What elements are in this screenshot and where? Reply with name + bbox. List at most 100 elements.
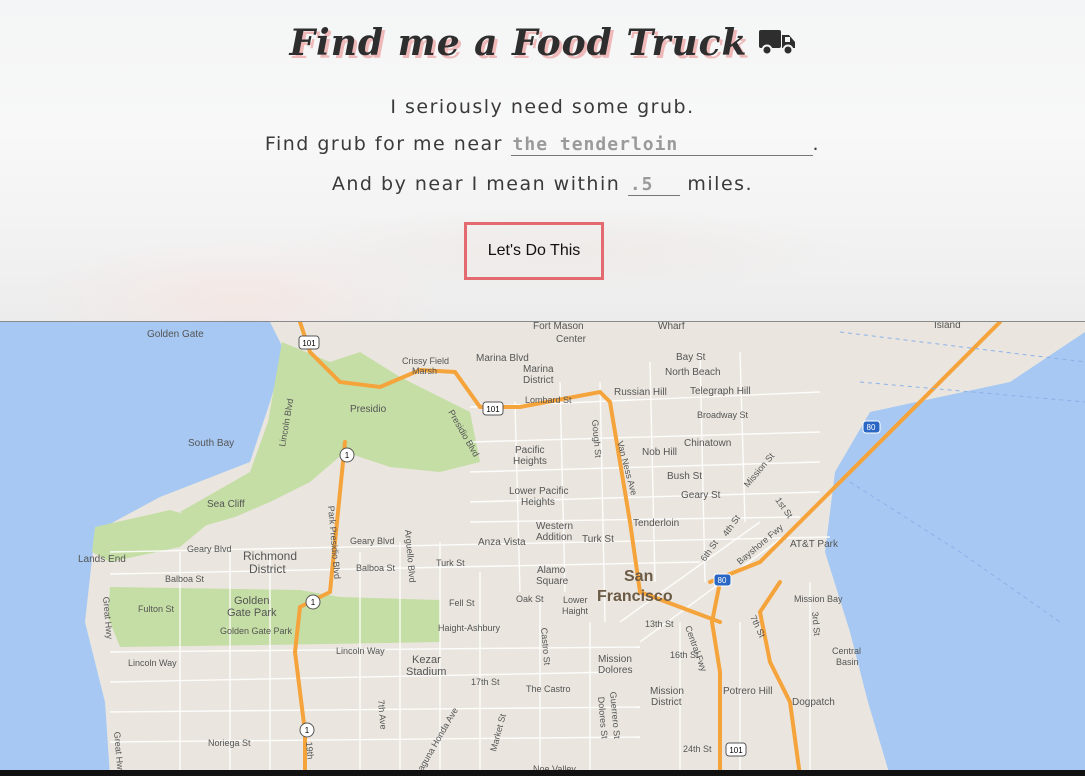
map-label: 17th St [471,677,500,687]
map-label: Tenderloin [633,518,679,529]
map-label: South Bay [188,438,234,449]
map-label: Stadium [406,666,446,678]
map-label: Heights [513,456,547,467]
location-line: Find grub for me near . [0,133,1085,156]
map-label: 24th St [683,744,712,754]
page-title: Find me a Food Truck [0,22,1085,66]
intro-text: I seriously need some grub. [390,96,695,118]
map-label: District [651,697,682,708]
map-city-line: San [624,568,653,585]
route-shield: 1 [305,726,310,735]
map-label: Lands End [78,554,126,565]
lets-do-this-button[interactable]: Let's Do This [464,222,604,280]
map-label: Island [934,322,961,331]
map-label: Bush St [667,471,702,482]
location-suffix: . [812,133,821,155]
map-label: Geary St [681,490,721,501]
map-label: Dogpatch [792,697,835,708]
map-label: 3rd St [810,611,822,636]
route-shield: 80 [867,423,876,432]
map-label: Alamo [537,565,566,576]
map-label: The Castro [526,684,571,694]
radius-suffix: miles. [687,173,754,195]
route-shield: 1 [345,451,350,460]
map-label: Wharf [658,322,685,332]
route-shield: 80 [718,576,727,585]
map-label: Crissy Field [402,356,449,366]
map-label: Lower Pacific [509,486,568,497]
map-label: Basin [836,657,859,667]
bottom-edge [0,770,1085,776]
map-label: Anza Vista [478,537,526,548]
radius-line: And by near I mean within miles. [0,173,1085,196]
map-label: Fort Mason [533,322,584,332]
search-header: Find me a Food Truck I seriously need so… [0,0,1085,322]
map-label: Noriega St [208,738,251,748]
map-label: Mission [598,654,632,665]
map-label: Fulton St [138,604,175,614]
map-label: Sea Cliff [207,499,245,510]
map-label: Marina [523,364,554,375]
map-label: AT&T Park [790,539,839,550]
map-label: Haight-Ashbury [438,623,501,633]
radius-prefix: And by near I mean within [331,173,621,195]
map-label: Richmond [243,549,297,563]
map-label: Pacific [515,445,544,456]
map-label: Golden Gate [147,329,204,340]
page-title-text: Find me a Food Truck [289,22,748,64]
map-label: Oak St [516,594,544,604]
map-label: Russian Hill [614,387,667,398]
map-label: Fell St [449,598,475,608]
route-shield: 101 [486,405,500,414]
map-label: Nob Hill [642,447,677,458]
route-shield: 101 [729,746,743,755]
radius-input[interactable] [627,174,680,196]
map-label: Western [536,521,573,532]
map-label: Center [556,334,587,345]
map-label: Golden Gate Park [220,626,293,636]
map-label: Addition [536,532,572,543]
map-label: Broadway St [697,410,749,420]
map-view[interactable]: Golden Gate Fort Mason Center Wharf Isla… [0,322,1085,776]
location-prefix: Find grub for me near [264,133,503,155]
map-label: Dolores [598,665,632,676]
map-label: Geary Blvd [350,536,395,546]
map-label: Presidio [350,404,387,415]
map-label: Lower [563,595,588,605]
map-label: Potrero Hill [723,686,772,697]
map-label: Gate Park [227,607,277,619]
truck-icon [758,24,796,66]
location-input[interactable] [510,134,813,156]
map-label: 16th St [670,650,699,660]
map-label: Lincoln Way [336,646,385,656]
map-label: Geary Blvd [187,544,232,554]
map-label: Haight [562,606,589,616]
map-label: Turk St [436,558,465,568]
map-label: Lombard St [525,395,572,405]
map-label: Heights [521,497,555,508]
map-label: Marsh [412,366,437,376]
map-label: Lincoln Way [128,658,177,668]
map-label: Marina Blvd [476,353,529,364]
route-shield: 1 [311,598,316,607]
map-label: Central [832,646,861,656]
map-label: Turk St [582,534,614,545]
intro-line: I seriously need some grub. [0,96,1085,118]
map-label: 19th [304,741,315,759]
map-label: Golden [234,595,269,607]
map-label: Square [536,576,569,587]
map-label: District [523,375,554,386]
map-label: Mission [650,686,684,697]
map-label: 13th St [645,619,674,629]
map-label: Kezar [412,654,441,666]
map-label: Bay St [676,352,706,363]
route-shield: 101 [302,339,316,348]
map-label: District [249,562,286,576]
map-label: North Beach [665,367,721,378]
map-label: Chinatown [684,438,731,449]
map-canvas[interactable]: Golden Gate Fort Mason Center Wharf Isla… [0,322,1085,776]
map-label: Balboa St [356,563,396,573]
map-label: Mission Bay [794,594,843,604]
map-label: Telegraph Hill [690,386,751,397]
map-city-line: Francisco [597,588,673,605]
